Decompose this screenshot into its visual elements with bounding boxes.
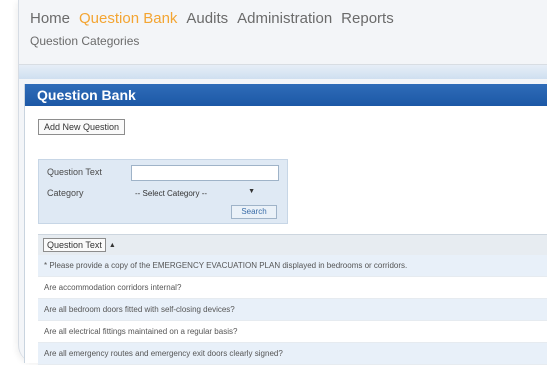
subnav-question-categories[interactable]: Question Categories	[30, 34, 139, 48]
panel-title: Question Bank	[25, 84, 547, 106]
filter-box: Question Text Category -- Select Categor…	[38, 159, 288, 224]
question-text-label: Question Text	[47, 167, 102, 177]
nav-audits[interactable]: Audits	[186, 10, 228, 27]
category-label: Category	[47, 188, 84, 198]
results-table: Question Text ▲ * Please provide a copy …	[38, 234, 547, 365]
category-select[interactable]: -- Select Category -- ▼	[131, 187, 259, 200]
chevron-down-icon: ▼	[248, 188, 255, 195]
nav-administration[interactable]: Administration	[237, 10, 332, 27]
question-text-input[interactable]	[131, 165, 279, 181]
category-selected-value: -- Select Category --	[135, 189, 208, 198]
nav-reports[interactable]: Reports	[341, 10, 394, 27]
sort-ascending-icon[interactable]: ▲	[109, 242, 116, 249]
search-button[interactable]: Search	[231, 205, 277, 219]
table-row[interactable]: Are all emergency routes and emergency e…	[38, 343, 547, 365]
table-header: Question Text ▲	[38, 234, 547, 255]
header-band	[19, 64, 547, 79]
table-row[interactable]: Are all electrical fittings maintained o…	[38, 321, 547, 343]
question-text-column-header[interactable]: Question Text	[43, 238, 106, 252]
question-bank-panel: Question Bank Add New Question Question …	[24, 84, 547, 365]
table-row[interactable]: Are accommodation corridors internal?	[38, 277, 547, 299]
table-row[interactable]: * Please provide a copy of the EMERGENCY…	[38, 255, 547, 277]
nav-home[interactable]: Home	[30, 10, 70, 27]
table-row[interactable]: Are all bedroom doors fitted with self-c…	[38, 299, 547, 321]
nav-question-bank[interactable]: Question Bank	[79, 10, 177, 27]
main-nav: Home Question Bank Audits Administration…	[30, 10, 394, 27]
add-new-question-button[interactable]: Add New Question	[38, 119, 126, 135]
